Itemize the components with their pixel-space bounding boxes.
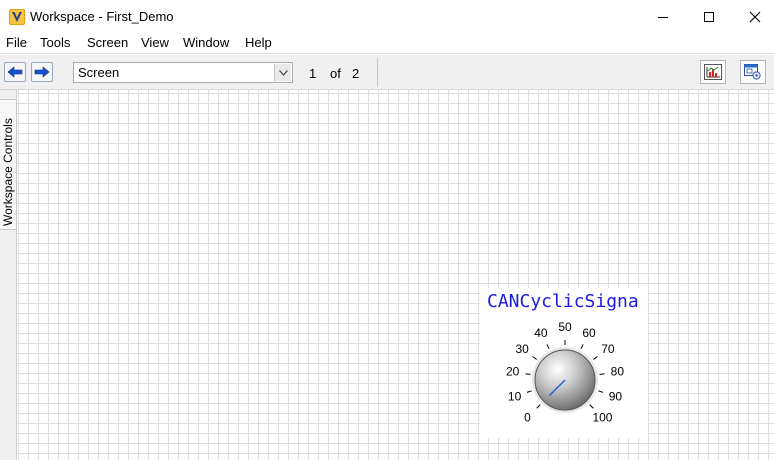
minimize-button[interactable]: [640, 0, 686, 33]
toolbar-divider: [377, 58, 378, 87]
knob-tick-mark: [526, 390, 532, 393]
knob-tick-mark: [525, 373, 531, 376]
knob-control[interactable]: 010 20 30 40 50 60 70 80 90 100: [480, 312, 648, 436]
close-button[interactable]: [732, 0, 774, 33]
maximize-icon: [704, 11, 714, 22]
workspace-canvas[interactable]: [17, 90, 774, 460]
knob-tick-label: 100: [592, 410, 612, 424]
window-settings-icon: [744, 64, 761, 80]
forward-button[interactable]: [31, 62, 53, 82]
chart-button[interactable]: [700, 60, 726, 84]
page-total: 2: [352, 66, 360, 81]
select-dropdown-button[interactable]: [274, 64, 291, 81]
knob-tick-label: 40: [534, 326, 548, 340]
window-settings-button[interactable]: [740, 60, 766, 84]
menu-window[interactable]: Window: [183, 35, 229, 50]
knob-tick-label: 0: [524, 410, 531, 424]
knob-tick-mark: [532, 356, 537, 360]
maximize-button[interactable]: [686, 0, 732, 33]
arrow-left-icon: [7, 66, 23, 78]
knob-tick-label: 90: [609, 389, 623, 403]
knob-tick-mark: [580, 344, 584, 350]
knob-tick-label: 20: [506, 365, 520, 379]
knob-tick-mark: [589, 404, 594, 409]
screen-select-value: Screen: [78, 65, 120, 80]
knob-title: CANCyclicSigna: [487, 291, 639, 312]
page-current: 1: [309, 66, 317, 81]
workspace-controls-label: Workspace Controls: [1, 118, 15, 226]
menu-file[interactable]: File: [6, 35, 27, 50]
window-title: Workspace - First_Demo: [30, 9, 174, 24]
chevron-down-icon: [278, 69, 288, 76]
knob-tick-label: 70: [601, 342, 615, 356]
knob-tick-label: 10: [508, 389, 522, 403]
knob-tick-mark: [536, 404, 541, 409]
back-button[interactable]: [4, 62, 26, 82]
title-bar: Workspace - First_Demo: [0, 0, 774, 33]
page-of-label: of: [330, 66, 341, 81]
close-icon: [749, 11, 761, 22]
menu-tools[interactable]: Tools: [40, 35, 70, 50]
chart-icon: [704, 64, 722, 80]
knob-tick-mark: [598, 390, 604, 393]
knob-tick-mark: [593, 356, 598, 360]
knob-tick-mark: [546, 344, 550, 350]
menu-help[interactable]: Help: [245, 35, 272, 50]
screen-select[interactable]: Screen: [73, 62, 293, 83]
menu-view[interactable]: View: [141, 35, 169, 50]
menu-bar: File Tools Screen View Window Help: [0, 33, 774, 54]
knob-tick-label: 30: [515, 342, 529, 356]
knob-tick-label: 50: [558, 320, 572, 334]
menu-screen[interactable]: Screen: [87, 35, 128, 50]
knob-tick-label: 80: [611, 365, 625, 379]
app-logo-icon: [9, 9, 25, 25]
arrow-right-icon: [34, 66, 50, 78]
knob-tick-label: 60: [582, 326, 596, 340]
knob-tick-mark: [599, 373, 605, 376]
minimize-icon: [658, 16, 668, 18]
